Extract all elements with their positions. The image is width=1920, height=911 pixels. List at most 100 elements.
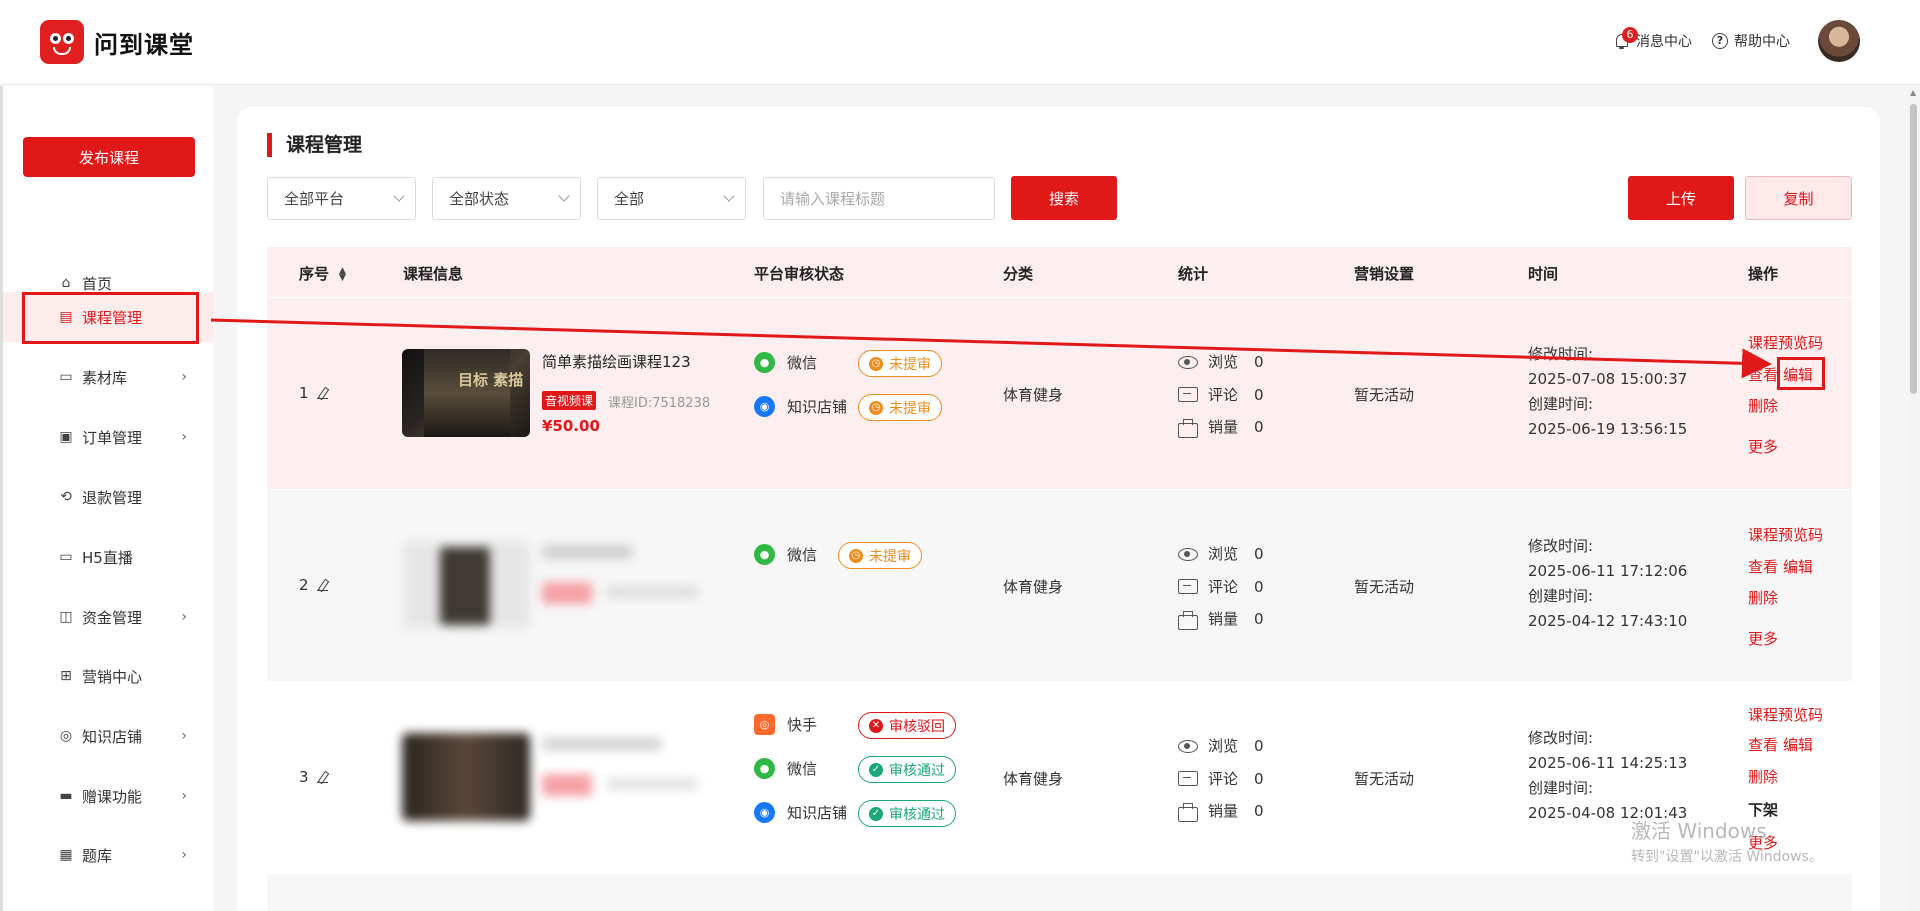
search-button[interactable]: 搜索 [1011, 176, 1117, 220]
column-header-audit: 平台审核状态 [754, 265, 845, 283]
sidebar-item-question-bank[interactable]: ▦ 题库 › [3, 830, 213, 880]
platform-kuaishou: ◎ 快手 [754, 714, 817, 735]
column-header-ops: 操作 [1748, 265, 1779, 283]
edit-pen-icon[interactable] [316, 771, 328, 784]
wechat-icon: ● [754, 758, 775, 779]
eye-icon [1178, 546, 1198, 562]
message-center-link[interactable]: 6 消息中心 [1614, 27, 1692, 51]
sort-icon[interactable]: ▲ ▼ [339, 266, 346, 282]
sidebar-item-refund-management[interactable]: ⟲ 退款管理 [3, 472, 213, 522]
op-view[interactable]: 查看 [1748, 736, 1778, 754]
platform-wechat: ● 微信 [754, 758, 817, 779]
stat-views: 浏览 0 [1178, 735, 1264, 756]
edit-pen-icon[interactable] [316, 579, 328, 592]
comment-icon [1178, 770, 1198, 787]
shop-icon: ◎ [59, 728, 73, 744]
sidebar-item-material-library[interactable]: ▭ 素材库 › [3, 352, 213, 402]
category-filter-value: 全部 [614, 190, 645, 208]
help-center-link[interactable]: ? 帮助中心 [1712, 31, 1790, 51]
page-title: 课程管理 [267, 133, 362, 157]
kuaishou-icon: ◎ [754, 714, 775, 735]
wechat-icon: ● [754, 352, 775, 373]
op-view[interactable]: 查看 [1748, 558, 1778, 576]
time-info: 修改时间: 2025-06-11 17:12:06 创建时间: 2025-04-… [1528, 534, 1687, 634]
chevron-right-icon: › [181, 847, 187, 863]
op-preview-code[interactable]: 课程预览码 [1748, 524, 1823, 545]
status-filter-select[interactable]: 全部状态 [432, 177, 581, 220]
blurred-id [607, 778, 697, 790]
op-view[interactable]: 查看 [1748, 366, 1778, 384]
column-header-category: 分类 [1003, 265, 1034, 283]
course-category: 体育健身 [1003, 770, 1064, 788]
copy-button[interactable]: 复制 [1745, 176, 1852, 220]
sidebar-item-label: 资金管理 [82, 608, 143, 627]
stat-sales: 销量 0 [1178, 800, 1264, 822]
course-title-search-input[interactable] [763, 177, 995, 220]
op-more[interactable]: 更多 [1748, 436, 1778, 457]
audit-status-badge: ✓ 审核通过 [858, 756, 956, 783]
sidebar-item-order-management[interactable]: ▣ 订单管理 › [3, 412, 213, 462]
audit-status-badge: ◷ 未提审 [858, 350, 942, 377]
course-thumbnail[interactable]: 目标 素描 [402, 349, 530, 437]
sidebar-item-gift-course[interactable]: ▬ 赠课功能 › [3, 771, 213, 821]
category-filter-select[interactable]: 全部 [597, 177, 746, 220]
op-edit[interactable]: 编辑 [1783, 736, 1813, 754]
sidebar-item-label: 首页 [82, 274, 113, 293]
column-header-info: 课程信息 [403, 265, 464, 283]
op-more[interactable]: 更多 [1748, 628, 1778, 649]
table-header: 序号 ▲ ▼ 课程信息 平台审核状态 分类 统计 营销设置 时间 操作 [267, 247, 1852, 297]
check-circle-icon: ✓ [869, 806, 883, 821]
op-preview-code[interactable]: 课程预览码 [1748, 332, 1823, 353]
course-category: 体育健身 [1003, 578, 1064, 596]
stat-sales: 销量 0 [1178, 608, 1264, 630]
upload-button[interactable]: 上传 [1628, 176, 1734, 220]
sidebar-item-fund-management[interactable]: ◫ 资金管理 › [3, 592, 213, 642]
row-index: 2 [299, 576, 328, 594]
course-type-tag: 音视频课 [542, 391, 597, 410]
course-thumbnail[interactable] [402, 733, 530, 821]
audit-status-badge: ✓ 审核通过 [858, 800, 956, 827]
sidebar-item-h5-live[interactable]: ▭ H5直播 [3, 532, 213, 582]
op-group: 查看 编辑 [1748, 734, 1818, 755]
course-thumbnail[interactable] [402, 541, 530, 629]
modified-time: 2025-06-11 17:12:06 [1528, 562, 1688, 580]
op-delete[interactable]: 删除 [1748, 587, 1778, 608]
modified-time: 2025-07-08 15:00:37 [1528, 370, 1688, 388]
close-circle-icon: ✕ [869, 718, 883, 733]
table-row-partial [267, 874, 1852, 911]
table-row: 1 目标 素描 简单素描绘画课程123 音视频课 课程ID:7518238 ¥5… [267, 298, 1852, 489]
column-header-index[interactable]: 序号 ▲ ▼ [299, 263, 346, 284]
user-avatar[interactable] [1818, 20, 1860, 62]
column-header-marketing: 营销设置 [1354, 265, 1415, 283]
course-title[interactable]: 简单素描绘画课程123 [542, 351, 691, 372]
stat-views: 浏览 0 [1178, 351, 1264, 372]
op-preview-code[interactable]: 课程预览码 [1748, 704, 1823, 725]
sidebar-item-knowledge-shop[interactable]: ◎ 知识店铺 › [3, 711, 213, 761]
op-edit[interactable]: 编辑 [1783, 558, 1813, 576]
edit-pen-icon[interactable] [316, 387, 328, 400]
sidebar-item-marketing-center[interactable]: ⊞ 营销中心 [3, 651, 213, 701]
audit-status-badge: ◷ 未提审 [858, 394, 942, 421]
stat-views: 浏览 0 [1178, 543, 1264, 564]
folder-icon: ▭ [59, 369, 73, 385]
bag-icon [1178, 610, 1198, 630]
stat-comments: 评论 0 [1178, 768, 1264, 789]
annotation-highlight-edit [1777, 357, 1825, 390]
wallet-icon: ◫ [59, 609, 73, 625]
page-scrollbar[interactable]: ▲ [1907, 86, 1920, 911]
platform-filter-select[interactable]: 全部平台 [267, 177, 416, 220]
table-row: 2 ● 微信 ◷ 未提审 体育健身 浏览 0 评论 0 销量 0 暂无活动 修改时间: 2… [267, 490, 1852, 681]
op-delete[interactable]: 删除 [1748, 766, 1778, 787]
app-logo[interactable]: 问到课堂 [40, 20, 194, 64]
platform-filter-value: 全部平台 [284, 190, 345, 208]
bag-icon [1178, 418, 1198, 438]
scroll-up-icon[interactable]: ▲ [1910, 88, 1916, 97]
video-icon: ▭ [59, 549, 73, 565]
chevron-right-icon: › [181, 609, 187, 625]
row-index: 3 [299, 768, 328, 786]
column-header-stats: 统计 [1178, 265, 1209, 283]
column-header-time: 时间 [1528, 265, 1559, 283]
publish-course-button[interactable]: 发布课程 [23, 137, 195, 177]
op-delete[interactable]: 删除 [1748, 395, 1778, 416]
scrollbar-thumb[interactable] [1910, 104, 1917, 394]
